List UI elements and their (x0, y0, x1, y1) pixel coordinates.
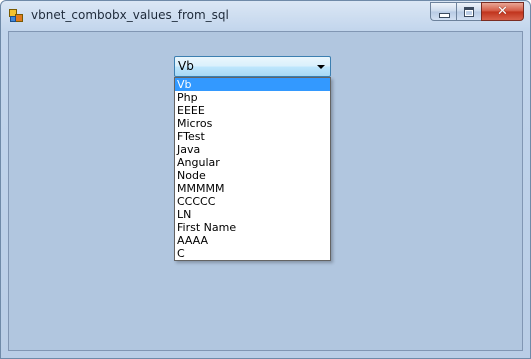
maximize-button[interactable] (456, 2, 481, 21)
title-bar[interactable]: vbnet_combobx_values_from_sql ✕ (1, 1, 530, 31)
dropdown-option[interactable]: Micros (175, 117, 330, 130)
chevron-down-icon[interactable] (317, 65, 325, 69)
dropdown-option[interactable]: MMMMM (175, 182, 330, 195)
dropdown-option[interactable]: LN (175, 208, 330, 221)
winforms-app-icon (9, 9, 23, 23)
close-button[interactable]: ✕ (481, 2, 524, 21)
dropdown-option[interactable]: First Name (175, 221, 330, 234)
dropdown-option[interactable]: Php (175, 91, 330, 104)
minimize-icon (439, 13, 450, 18)
dropdown-option[interactable]: FTest (175, 130, 330, 143)
maximize-icon (464, 7, 474, 17)
dropdown-option[interactable]: AAAA (175, 234, 330, 247)
close-icon: ✕ (497, 4, 508, 19)
window-title: vbnet_combobx_values_from_sql (31, 8, 229, 22)
dropdown-option[interactable]: Java (175, 143, 330, 156)
caption-buttons: ✕ (430, 2, 524, 21)
dropdown-option[interactable]: Vb (175, 78, 330, 91)
dropdown-option[interactable]: Angular (175, 156, 330, 169)
dropdown-option[interactable]: Node (175, 169, 330, 182)
dropdown-option[interactable]: CCCCC (175, 195, 330, 208)
combobox-selected-value: Vb (178, 59, 194, 73)
language-combobox[interactable]: Vb (174, 56, 331, 77)
dropdown-option[interactable]: EEEE (175, 104, 330, 117)
dropdown-option[interactable]: C (175, 247, 330, 260)
minimize-button[interactable] (430, 2, 456, 21)
combobox-dropdown-list[interactable]: Vb Php EEEE Micros FTest Java Angular Node MMMMM… (174, 77, 331, 261)
